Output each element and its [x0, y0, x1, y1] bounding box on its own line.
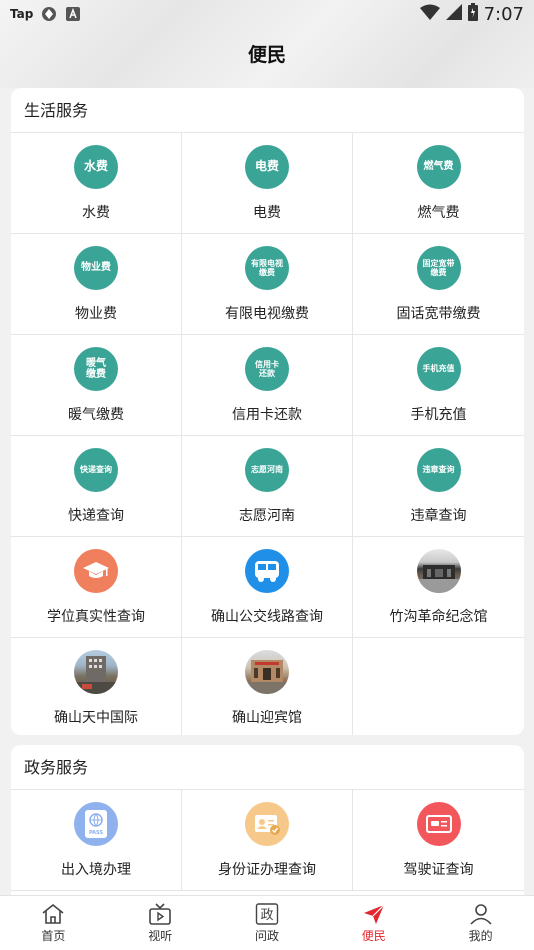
service-traffic-violation[interactable]: 违章查询 违章查询 — [353, 436, 524, 537]
service-yingbin-hotel[interactable]: 确山迎宾馆 — [182, 638, 353, 735]
id-card-icon — [245, 802, 289, 846]
send-icon — [363, 904, 385, 924]
service-label: 确山迎宾馆 — [232, 710, 302, 726]
nav-label: 问政 — [254, 928, 279, 943]
service-volunteer-henan[interactable]: 志愿河南 志愿河南 — [182, 436, 353, 537]
service-label: 违章查询 — [410, 508, 467, 524]
property-fee-icon: 物业费 — [74, 246, 118, 290]
service-cable-tv-fee[interactable]: 有限电视缴费 有限电视缴费 — [182, 234, 353, 335]
signal-icon — [445, 4, 462, 24]
gas-fee-icon: 燃气费 — [416, 145, 461, 189]
life-services-grid: 水费 水费 电费 电费 燃气费 燃气费 物业费 物业费 有限电视缴费 有限电视缴… — [11, 133, 524, 735]
service-label: 确山公交线路查询 — [211, 609, 323, 625]
mobile-topup-icon: 手机充值 — [416, 347, 461, 391]
service-label: 出入境办理 — [61, 862, 131, 878]
service-mobile-topup[interactable]: 手机充值 手机充值 — [353, 335, 524, 436]
broadband-fee-icon: 固定宽带缴费 — [416, 246, 461, 290]
credit-card-icon: 信用卡还款 — [245, 347, 289, 391]
gov-icon-text: 政 — [260, 908, 273, 923]
service-label: 志愿河南 — [239, 508, 295, 524]
nav-home[interactable]: 首页 — [0, 896, 107, 950]
carrier-label: Tap — [10, 7, 34, 21]
express-query-icon: 快递查询 — [74, 448, 118, 492]
status-bar: Tap 7:07 — [0, 0, 534, 28]
memorial-photo — [416, 549, 461, 593]
heating-fee-icon: 暖气缴费 — [74, 347, 118, 391]
service-express-query[interactable]: 快递查询 快递查询 — [11, 436, 182, 537]
service-water-fee[interactable]: 水费 水费 — [11, 133, 182, 234]
service-broadband-fee[interactable]: 固定宽带缴费 固话宽带缴费 — [353, 234, 524, 335]
gov-icon: 政 — [255, 902, 279, 925]
clock: 7:07 — [483, 3, 524, 25]
building-photo — [74, 650, 118, 694]
cable-tv-fee-icon: 有限电视缴费 — [245, 246, 289, 290]
service-exit-entry[interactable]: PASS 出入境办理 — [11, 790, 182, 891]
bottom-nav: 首页 视听 政 问政 便民 我的 — [0, 895, 534, 950]
service-label: 暖气缴费 — [68, 407, 124, 423]
service-label: 学位真实性查询 — [47, 609, 145, 625]
service-label: 确山天中国际 — [54, 710, 138, 726]
app-notification-icon — [41, 6, 57, 22]
nav-gov[interactable]: 政 问政 — [214, 896, 321, 950]
nav-convenience[interactable]: 便民 — [320, 896, 427, 950]
service-label: 燃气费 — [417, 205, 460, 221]
service-credit-card[interactable]: 信用卡还款 信用卡还款 — [182, 335, 353, 436]
tv-icon — [149, 902, 171, 925]
service-tianzhong-intl[interactable]: 确山天中国际 — [11, 638, 182, 735]
service-label: 固话宽带缴费 — [396, 306, 481, 322]
water-fee-icon: 水费 — [74, 145, 118, 189]
service-label: 有限电视缴费 — [225, 306, 309, 322]
service-electricity-fee[interactable]: 电费 电费 — [182, 133, 353, 234]
section-title: 生活服务 — [11, 88, 524, 133]
section-title: 政务服务 — [11, 745, 524, 790]
nav-label: 我的 — [468, 928, 493, 943]
service-label: 驾驶证查询 — [403, 862, 474, 878]
nav-video[interactable]: 视听 — [107, 896, 214, 950]
user-icon — [469, 903, 492, 925]
nav-label: 便民 — [361, 928, 386, 943]
driver-license-icon — [416, 802, 461, 846]
nav-mine[interactable]: 我的 — [427, 896, 534, 950]
service-label: 信用卡还款 — [232, 407, 302, 423]
nav-label: 首页 — [41, 928, 66, 943]
service-zhugou-memorial[interactable]: 竹沟革命纪念馆 — [353, 537, 524, 638]
home-icon — [42, 903, 64, 924]
bus-icon — [245, 549, 289, 593]
service-degree-verify[interactable]: 学位真实性查询 — [11, 537, 182, 638]
service-label: 水费 — [82, 205, 110, 221]
traffic-violation-icon: 违章查询 — [416, 448, 461, 492]
service-label: 竹沟革命纪念馆 — [389, 609, 488, 625]
service-label: 电费 — [253, 205, 281, 221]
volunteer-henan-icon: 志愿河南 — [245, 448, 289, 492]
service-property-fee[interactable]: 物业费 物业费 — [11, 234, 182, 335]
empty-cell — [353, 638, 524, 735]
service-label: 身份证办理查询 — [218, 862, 316, 878]
battery-icon — [467, 3, 478, 25]
service-label: 物业费 — [75, 306, 117, 322]
page-title: 便民 — [247, 44, 286, 66]
service-id-card[interactable]: 身份证办理查询 — [182, 790, 353, 891]
service-heating-fee[interactable]: 暖气缴费 暖气缴费 — [11, 335, 182, 436]
hotel-photo — [245, 650, 289, 694]
graduation-cap-icon — [74, 549, 118, 593]
gov-services-grid: PASS 出入境办理 身份证办理查询 驾驶证查询 — [11, 790, 524, 891]
passport-icon: PASS — [74, 802, 118, 846]
wifi-icon — [419, 4, 440, 24]
service-label: 快递查询 — [68, 508, 124, 524]
service-label: 手机充值 — [410, 407, 467, 423]
service-bus-route[interactable]: 确山公交线路查询 — [182, 537, 353, 638]
passport-text: PASS — [89, 830, 103, 836]
font-notification-icon — [65, 6, 81, 22]
nav-label: 视听 — [148, 928, 173, 943]
service-driver-license[interactable]: 驾驶证查询 — [353, 790, 524, 891]
life-services-card: 生活服务 水费 水费 电费 电费 燃气费 燃气费 物业费 物业费 有限电视缴费 … — [11, 88, 524, 735]
service-gas-fee[interactable]: 燃气费 燃气费 — [353, 133, 524, 234]
electricity-fee-icon: 电费 — [245, 145, 289, 189]
gov-services-card: 政务服务 PASS 出入境办理 身份证办理查询 驾驶证查询 — [11, 745, 524, 905]
